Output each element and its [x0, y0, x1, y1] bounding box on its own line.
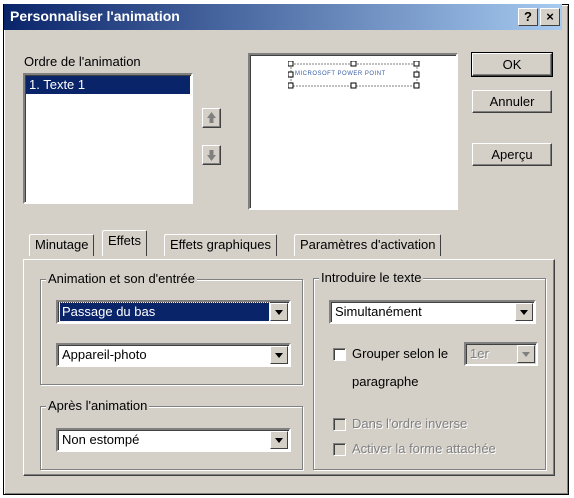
- group-by-checkbox[interactable]: [333, 348, 346, 361]
- dropdown-button[interactable]: [270, 346, 288, 364]
- attached-shape-checkbox[interactable]: [333, 443, 346, 456]
- chevron-down-icon: [520, 310, 528, 315]
- dropdown-button[interactable]: [270, 303, 288, 321]
- ok-button[interactable]: OK: [471, 52, 553, 77]
- close-button[interactable]: ×: [540, 8, 560, 26]
- group-by-label: Grouper selon le: [352, 346, 449, 361]
- entry-sound-select[interactable]: Appareil-photo: [56, 343, 291, 367]
- entry-animation-group-title: Animation et son d'entrée: [46, 271, 198, 286]
- entry-animation-group: [40, 279, 303, 385]
- tab-effets[interactable]: Effets: [102, 230, 148, 256]
- attached-shape-label: Activer la forme attachée: [352, 441, 496, 456]
- chevron-down-icon: [275, 438, 283, 443]
- dropdown-button[interactable]: [270, 431, 288, 449]
- arrow-up-icon: [207, 112, 216, 123]
- introduce-text-select[interactable]: Simultanément: [329, 300, 536, 324]
- preview-placeholder-text: MICROSOFT POWER POINT: [295, 71, 386, 77]
- arrow-down-icon: [207, 150, 216, 161]
- dialog-title: Personnaliser l'animation: [10, 8, 180, 24]
- entry-effect-value: Passage du bas: [59, 302, 270, 322]
- group-level-select[interactable]: 1er: [464, 342, 538, 366]
- paragraph-label: paragraphe: [352, 374, 419, 389]
- tab-parametres-activation[interactable]: Paramètres d'activation: [294, 234, 442, 256]
- entry-effect-select[interactable]: Passage du bas: [56, 300, 291, 324]
- tab-effets-graphiques[interactable]: Effets graphiques: [164, 234, 277, 256]
- cancel-button[interactable]: Annuler: [472, 90, 552, 113]
- after-animation-value: Non estompé: [62, 432, 140, 447]
- reverse-order-label: Dans l'ordre inverse: [352, 416, 468, 431]
- after-animation-group-title: Après l'animation: [46, 398, 150, 413]
- introduce-text-group-title: Introduire le texte: [319, 270, 424, 285]
- move-up-button[interactable]: [202, 108, 221, 128]
- move-down-button[interactable]: [202, 145, 221, 165]
- preview-button-label: Aperçu: [491, 147, 533, 162]
- title-bar[interactable]: Personnaliser l'animation ? ×: [4, 4, 562, 30]
- dropdown-button[interactable]: [515, 303, 533, 321]
- dropdown-button[interactable]: [517, 345, 535, 363]
- introduce-text-value: Simultanément: [335, 304, 422, 319]
- reverse-order-checkbox[interactable]: [333, 418, 346, 431]
- chevron-down-icon: [275, 353, 283, 358]
- slide-preview: MICROSOFT POWER POINT: [248, 53, 458, 210]
- animation-order-list[interactable]: 1. Texte 1: [23, 73, 193, 204]
- entry-sound-value: Appareil-photo: [62, 347, 147, 362]
- after-animation-select[interactable]: Non estompé: [56, 428, 291, 452]
- list-item[interactable]: 1. Texte 1: [26, 76, 190, 94]
- chevron-down-icon: [275, 310, 283, 315]
- group-level-value: 1er: [470, 346, 489, 361]
- help-button[interactable]: ?: [518, 8, 538, 26]
- animation-order-label: Ordre de l'animation: [24, 54, 141, 69]
- preview-button[interactable]: Aperçu: [472, 143, 552, 166]
- tab-minutage[interactable]: Minutage: [29, 234, 95, 256]
- chevron-down-icon: [522, 352, 530, 357]
